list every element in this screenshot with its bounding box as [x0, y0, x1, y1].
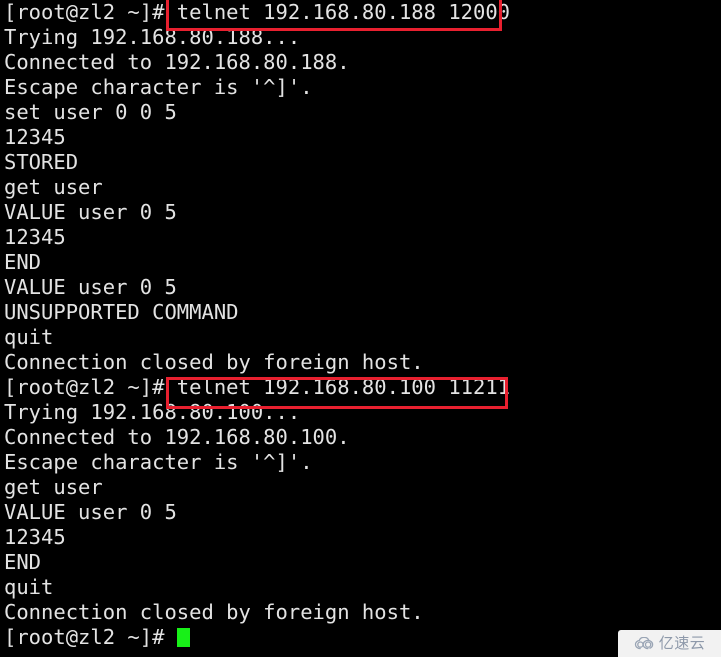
terminal-line: [root@zl2 ~]# telnet 192.168.80.100 1121…	[4, 375, 511, 399]
terminal-line: Escape character is '^]'.	[4, 450, 313, 474]
terminal-line: END	[4, 550, 42, 574]
terminal-line: 12345	[4, 225, 66, 249]
terminal-line: Connected to 192.168.80.100.	[4, 425, 350, 449]
text-cursor	[176, 628, 190, 647]
terminal-line: [root@zl2 ~]# telnet 192.168.80.188 1200…	[4, 0, 511, 24]
shell-prompt: [root@zl2 ~]#	[4, 625, 177, 649]
terminal-line: 12345	[4, 125, 66, 149]
terminal-line: Connection closed by foreign host.	[4, 600, 424, 624]
terminal-line: UNSUPPORTED COMMAND	[4, 300, 239, 324]
terminal-line: Escape character is '^]'.	[4, 75, 313, 99]
terminal-line: Trying 192.168.80.188...	[4, 25, 301, 49]
watermark: 亿速云	[618, 630, 721, 657]
watermark-label: 亿速云	[658, 634, 706, 652]
terminal-line: VALUE user 0 5	[4, 275, 177, 299]
terminal-line: quit	[4, 325, 54, 349]
terminal-prompt-line[interactable]: [root@zl2 ~]#	[4, 625, 721, 650]
terminal-line: VALUE user 0 5	[4, 200, 177, 224]
terminal-line: VALUE user 0 5	[4, 500, 177, 524]
terminal-line: 12345	[4, 525, 66, 549]
terminal-line: set user 0 0 5	[4, 100, 177, 124]
terminal-window[interactable]: [root@zl2 ~]# telnet 192.168.80.188 1200…	[0, 0, 721, 657]
terminal-line: Connection closed by foreign host.	[4, 350, 424, 374]
terminal-line: get user	[4, 175, 103, 199]
terminal-line: Trying 192.168.80.100...	[4, 400, 301, 424]
terminal-line: END	[4, 250, 42, 274]
terminal-line: STORED	[4, 150, 79, 174]
terminal-line: Connected to 192.168.80.188.	[4, 50, 350, 74]
terminal-output: [root@zl2 ~]# telnet 192.168.80.188 1200…	[4, 0, 721, 650]
cloud-icon	[634, 637, 655, 650]
terminal-line: quit	[4, 575, 54, 599]
terminal-line: get user	[4, 475, 103, 499]
